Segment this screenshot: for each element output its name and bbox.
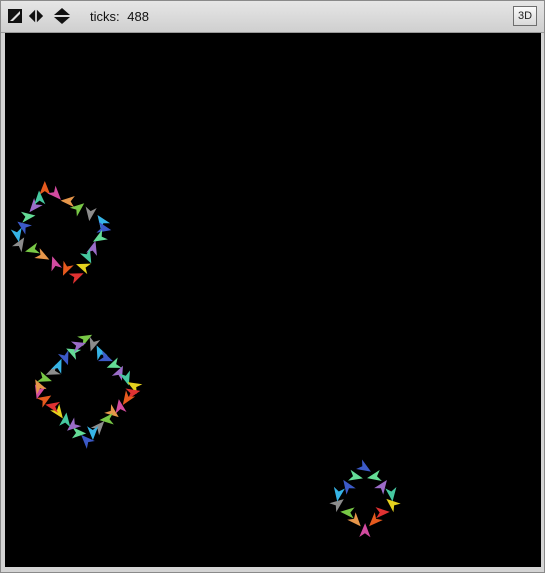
pan-vertical-icon[interactable] xyxy=(53,8,71,24)
pan-horizontal-icon[interactable] xyxy=(28,8,44,24)
view-window: ticks: 488 3D xyxy=(0,0,545,573)
ticks-value: 488 xyxy=(127,9,149,24)
world-background xyxy=(5,33,541,567)
world-canvas[interactable] xyxy=(5,33,541,567)
3d-view-button[interactable]: 3D xyxy=(513,6,537,26)
ticks-label: ticks: xyxy=(90,9,120,24)
zoom-fit-icon[interactable] xyxy=(7,8,23,24)
toolbar: ticks: 488 3D xyxy=(1,1,544,33)
world-svg xyxy=(5,33,541,567)
ticks-counter: ticks: 488 xyxy=(90,9,149,24)
